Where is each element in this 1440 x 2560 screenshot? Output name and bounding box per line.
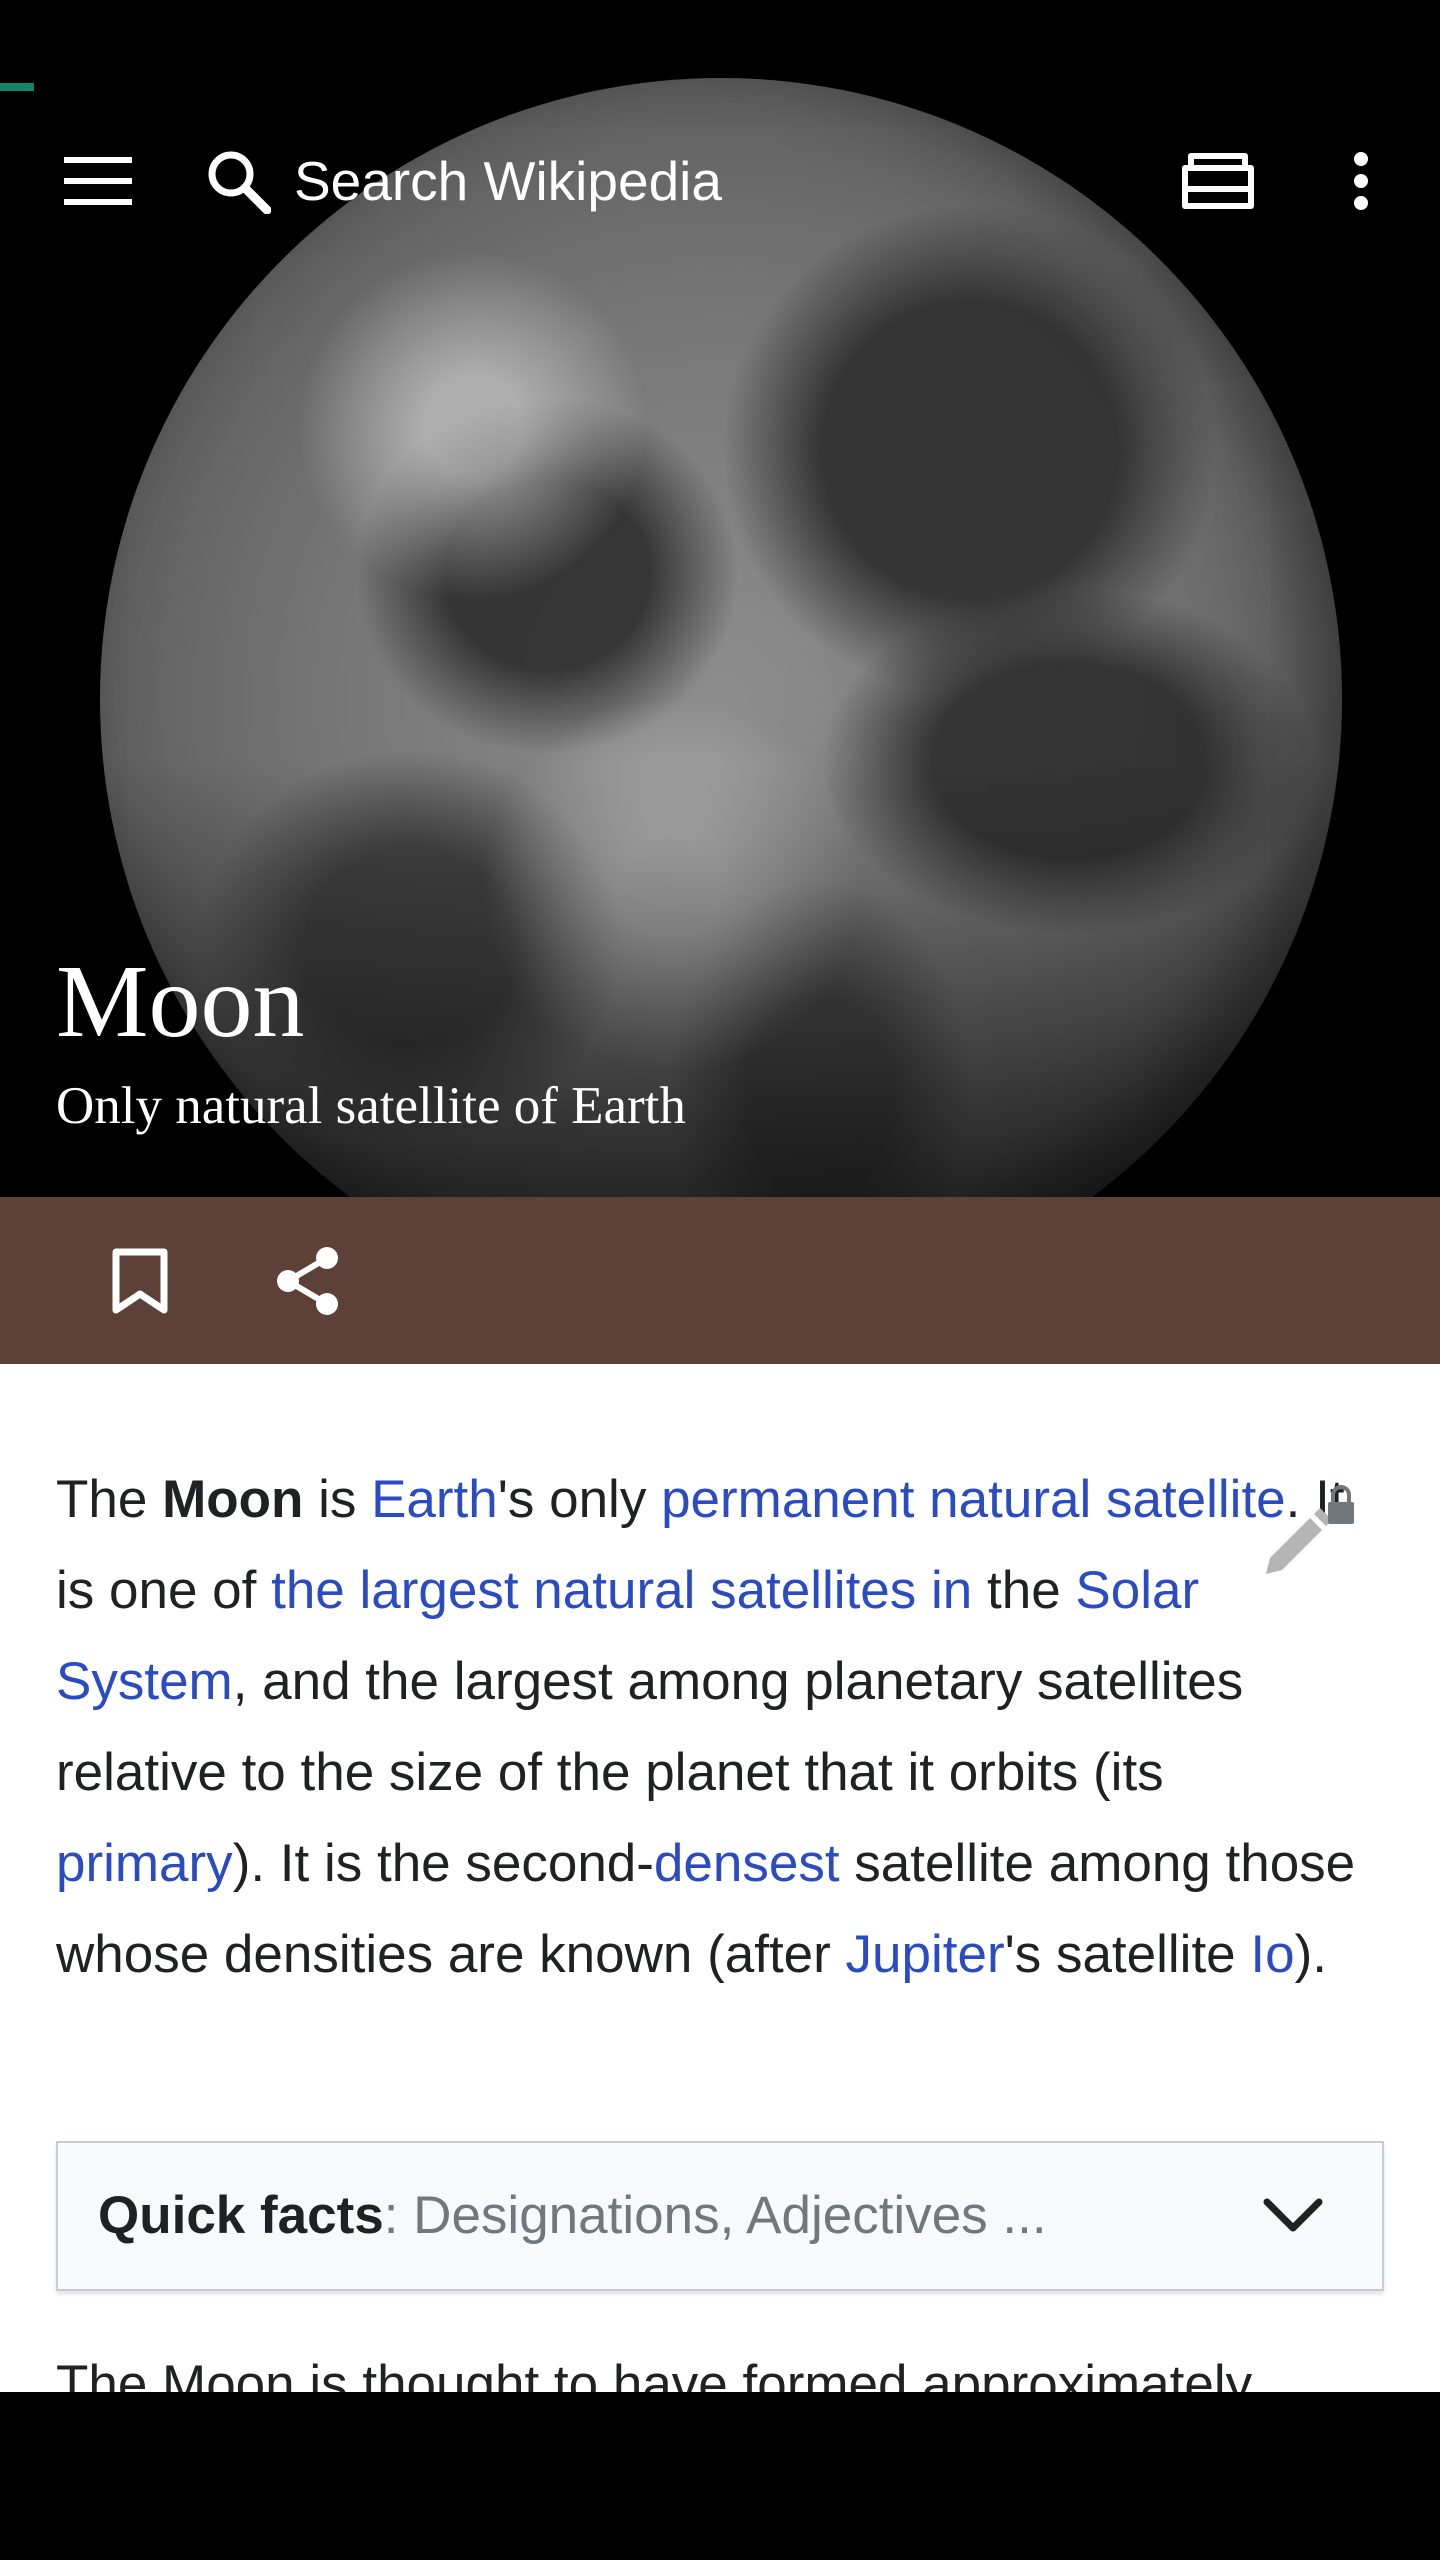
edit-protected-icon[interactable] <box>1262 1482 1358 1582</box>
lead-text: The <box>56 1470 163 1529</box>
top-toolbar: Search Wikipedia <box>0 120 1440 242</box>
quick-facts-header: Quick facts: Designations, Adjectives ..… <box>98 2143 1047 2289</box>
menu-icon[interactable] <box>58 120 138 242</box>
share-icon[interactable] <box>265 1197 349 1364</box>
link-primary[interactable]: primary <box>56 1834 233 1893</box>
lead-text: 's satellite <box>1004 1925 1251 1984</box>
link-earth[interactable]: Earth <box>371 1470 498 1529</box>
overflow-menu-icon[interactable] <box>1326 120 1396 242</box>
lead-text: , and the largest among planetary satell… <box>56 1652 1244 1802</box>
next-paragraph: The Moon is thought to have formed appro… <box>56 2355 1253 2392</box>
article-content: The Moon is Earth's only permanent natur… <box>0 1364 1440 2392</box>
link-densest[interactable]: densest <box>654 1834 840 1893</box>
bold-term: Moon <box>162 1470 304 1529</box>
lead-text: 's only <box>497 1470 662 1529</box>
lead-text: the <box>972 1561 1076 1620</box>
link-jupiter[interactable]: Jupiter <box>846 1925 1005 1984</box>
loading-indicator <box>0 83 34 91</box>
page-description: Only natural satellite of Earth <box>56 1077 686 1135</box>
search-input[interactable]: Search Wikipedia <box>294 120 722 242</box>
quick-facts-box[interactable]: Quick facts: Designations, Adjectives ..… <box>56 2141 1384 2291</box>
article-action-bar <box>0 1197 1440 1364</box>
bookmark-icon[interactable] <box>100 1197 180 1364</box>
chevron-down-icon[interactable] <box>1258 2143 1328 2289</box>
search-icon[interactable] <box>198 120 278 242</box>
tabs-icon[interactable] <box>1176 120 1260 242</box>
lead-text: is <box>303 1470 372 1529</box>
page-title: Moon <box>56 944 305 1059</box>
lead-paragraph: The Moon is Earth's only permanent natur… <box>56 1454 1386 2000</box>
lead-text: ). <box>1294 1925 1327 1984</box>
lead-image[interactable]: Search Wikipedia Moon Only natural satel… <box>0 0 1440 1197</box>
link-largest-natural-satellites[interactable]: the largest natural satellites in <box>271 1561 972 1620</box>
lead-text: ). It is the second- <box>232 1834 654 1893</box>
quick-facts-summary: : Designations, Adjectives ... <box>383 2186 1047 2245</box>
link-io[interactable]: Io <box>1250 1925 1294 1984</box>
link-permanent-natural-satellite[interactable]: permanent natural satellite <box>661 1470 1286 1529</box>
system-navigation-bar <box>0 2392 1440 2560</box>
quick-facts-label: Quick facts <box>98 2186 384 2245</box>
